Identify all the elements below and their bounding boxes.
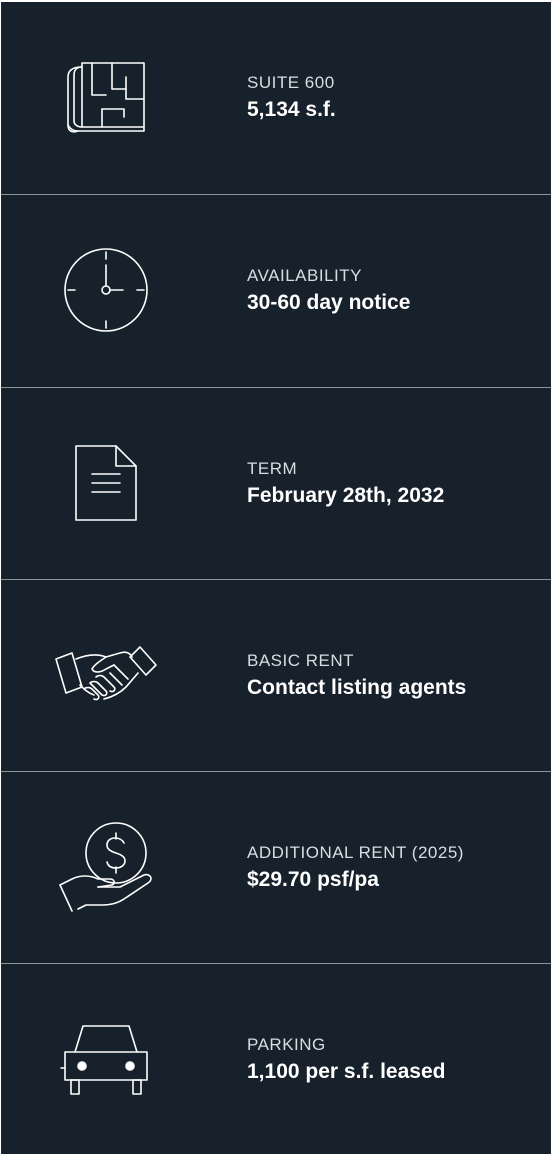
detail-value: February 28th, 2032: [247, 484, 445, 507]
detail-label: TERM: [247, 459, 298, 478]
detail-label: SUITE 600: [247, 73, 335, 92]
detail-value: 5,134 s.f.: [247, 98, 336, 121]
handshake-icon: [41, 620, 171, 730]
detail-value: 1,100 per s.f. leased: [247, 1060, 446, 1083]
detail-label: BASIC RENT: [247, 651, 355, 670]
clock-icon: [41, 235, 171, 345]
detail-label: ADDITIONAL RENT (2025): [247, 843, 464, 862]
detail-row-basic-rent: BASIC RENT Contact listing agents: [1, 580, 551, 772]
detail-row-availability: AVAILABILITY 30-60 day notice: [1, 195, 551, 387]
listing-details-panel: SUITE 600 5,134 s.f. AVAILABILITY 30-60 …: [1, 2, 551, 1154]
floor-plan-icon: [41, 42, 171, 152]
document-icon: [41, 428, 171, 538]
detail-label: AVAILABILITY: [247, 266, 362, 285]
dollar-hand-icon: [41, 812, 171, 922]
car-icon: [41, 1004, 171, 1114]
detail-row-term: TERM February 28th, 2032: [1, 388, 551, 580]
detail-row-suite: SUITE 600 5,134 s.f.: [1, 2, 551, 194]
detail-value: $29.70 psf/pa: [247, 868, 379, 891]
detail-value: Contact listing agents: [247, 676, 467, 699]
detail-value: 30-60 day notice: [247, 291, 411, 314]
detail-row-additional-rent: ADDITIONAL RENT (2025) $29.70 psf/pa: [1, 772, 551, 964]
detail-label: PARKING: [247, 1035, 326, 1054]
detail-row-parking: PARKING 1,100 per s.f. leased: [1, 964, 551, 1156]
